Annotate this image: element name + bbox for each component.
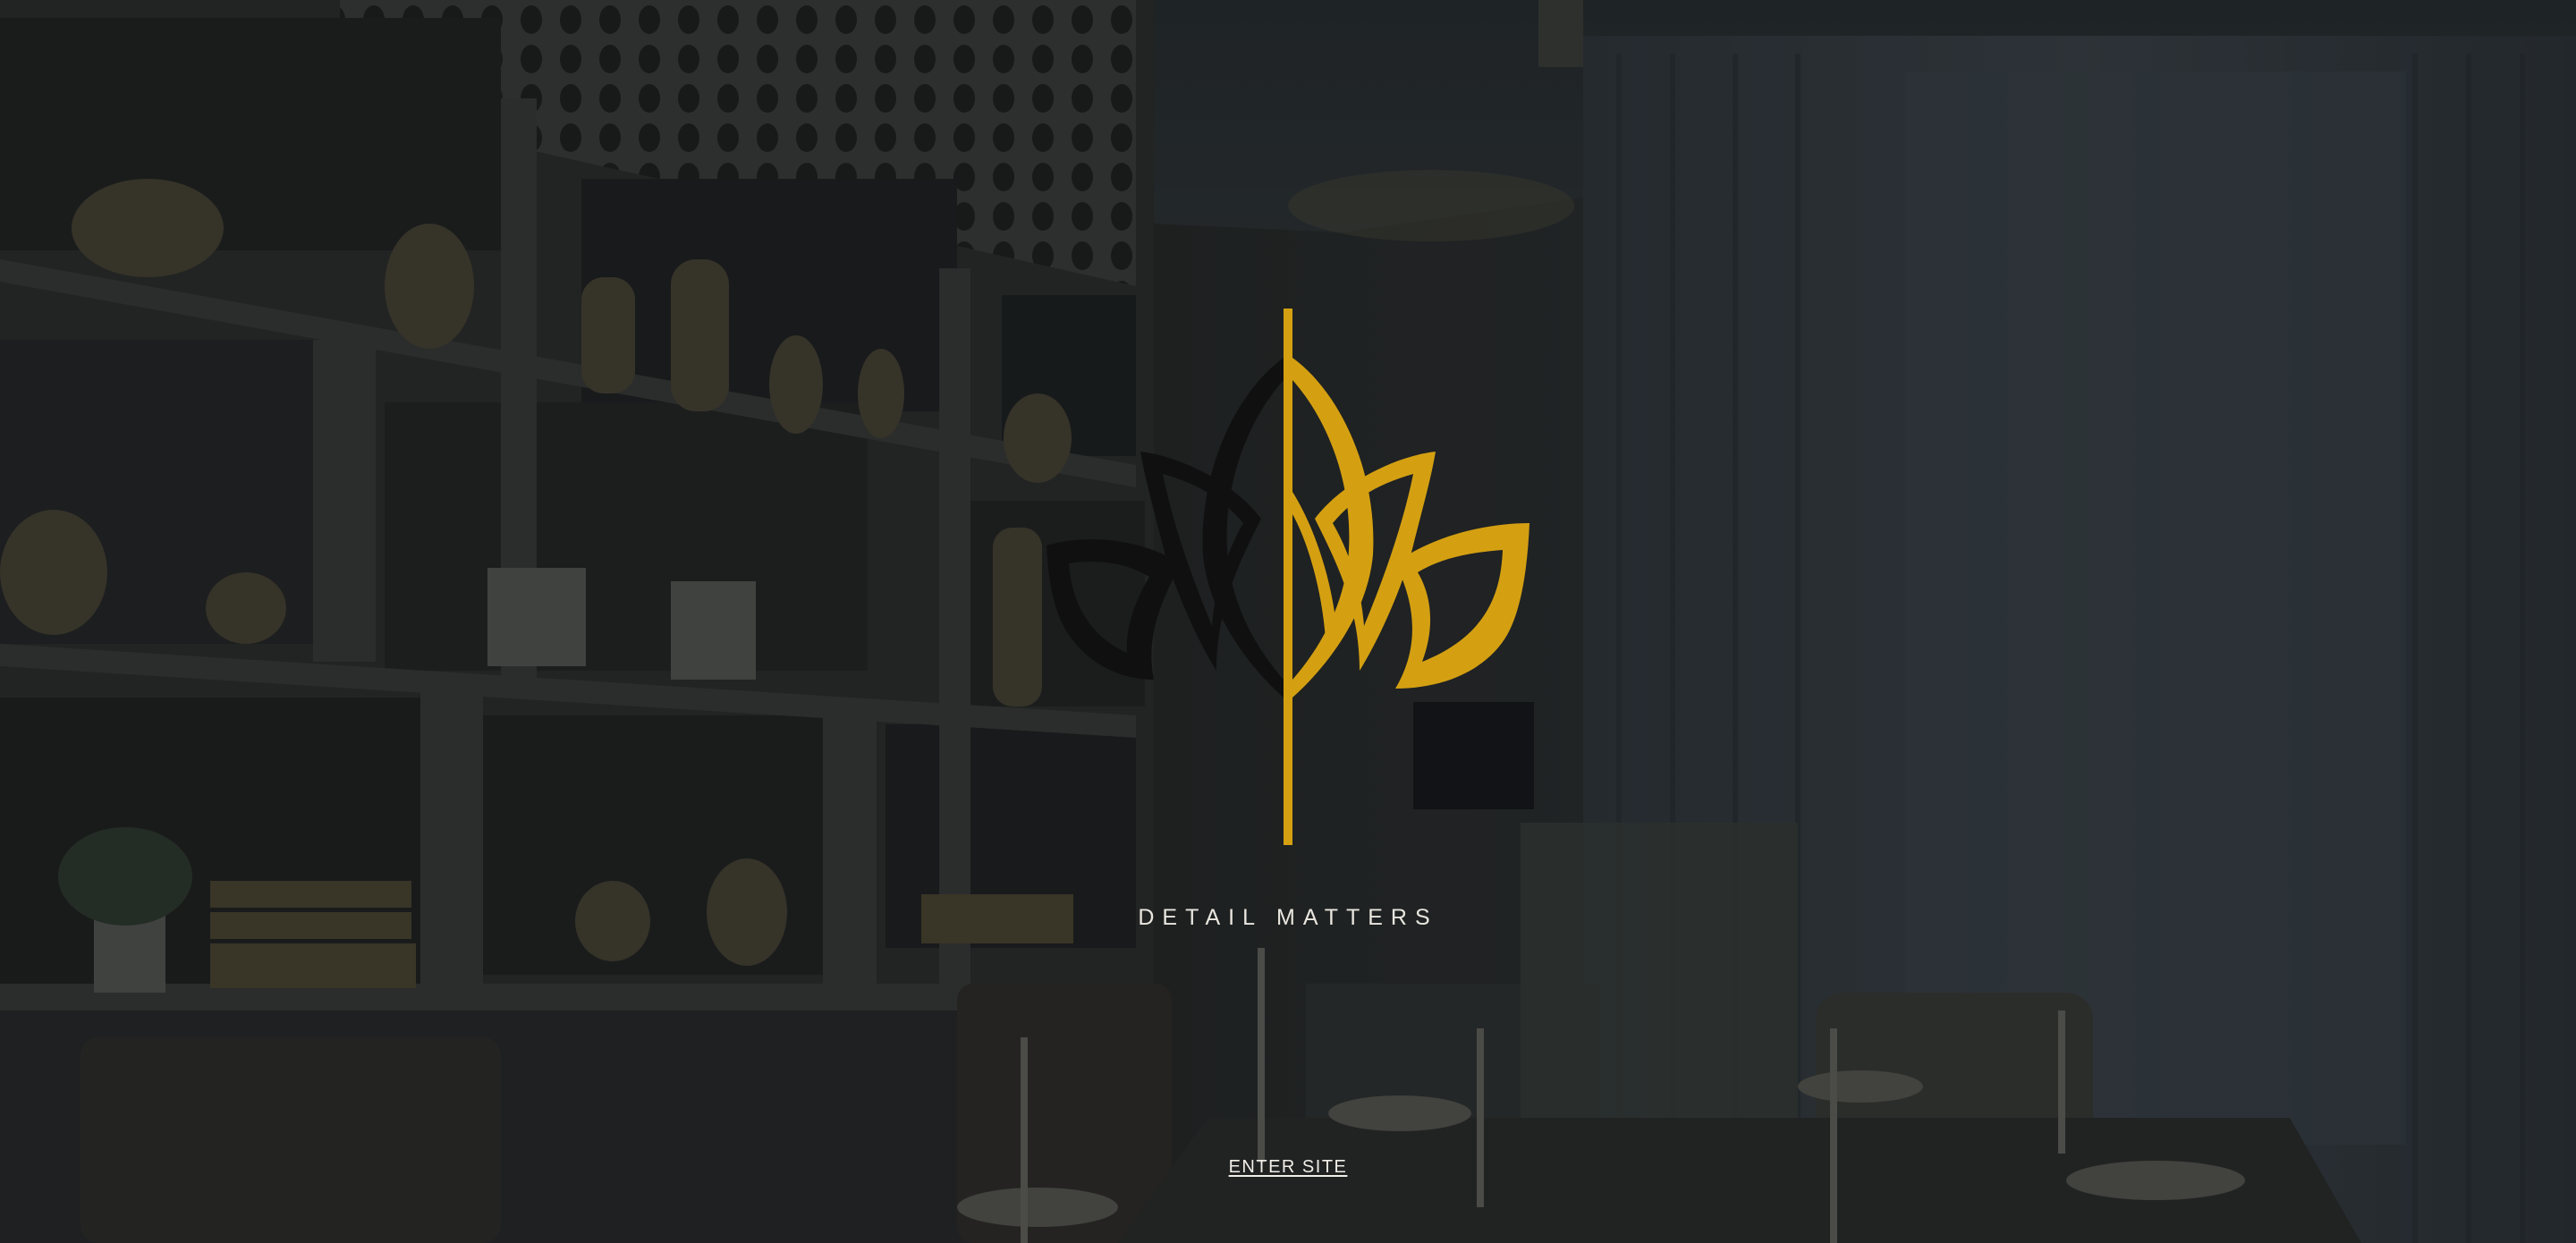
landing-page: DETAIL MATTERS ENTER SITE [0, 0, 2576, 1243]
enter-site-link[interactable]: ENTER SITE [1199, 1157, 1377, 1178]
lotus-logo-icon [1046, 309, 1530, 845]
tagline: DETAIL MATTERS [1138, 905, 1438, 930]
